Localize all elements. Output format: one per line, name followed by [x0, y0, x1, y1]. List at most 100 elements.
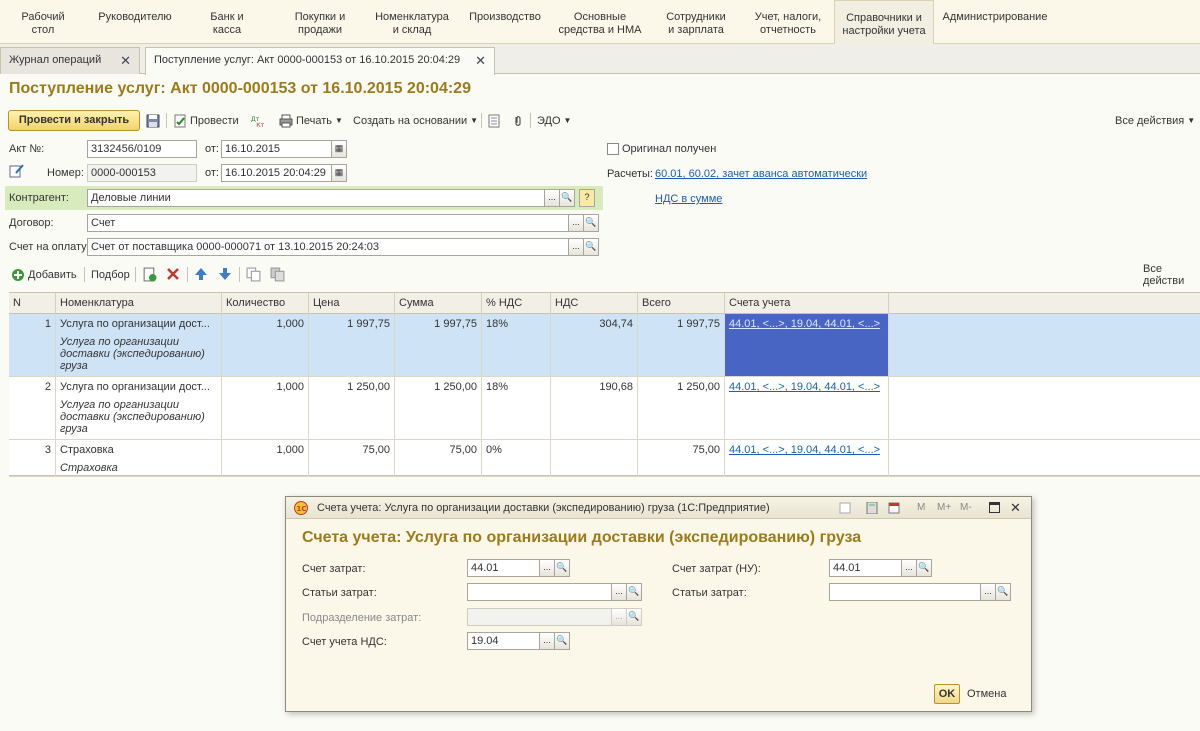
maximize-icon[interactable]	[989, 502, 1000, 513]
invoice-field[interactable]: Счет от поставщика 0000-000071 от 13.10.…	[87, 238, 569, 256]
tab-service-receipt[interactable]: Поступление услуг: Акт 0000-000153 от 16…	[145, 47, 495, 75]
act-no-field[interactable]: 3132456/0109	[87, 140, 197, 158]
arrow-up-icon[interactable]	[194, 267, 208, 281]
delete-icon[interactable]	[166, 267, 180, 281]
counterparty-field[interactable]: Деловые линии	[87, 189, 545, 207]
search-icon[interactable]: 🔍	[626, 583, 642, 601]
post-button[interactable]: Провести	[173, 110, 239, 131]
section-taxes[interactable]: Учет, налоги, отчетность	[750, 11, 826, 37]
number-date-field[interactable]: 16.10.2015 20:04:29	[221, 164, 332, 182]
calculator-icon[interactable]	[866, 502, 878, 514]
copy-row-icon[interactable]	[142, 267, 157, 282]
cell-sum[interactable]: 75,00	[395, 440, 482, 476]
add-row-button[interactable]: Добавить	[11, 264, 77, 285]
table-row[interactable]: 3 Страховка Страховка 1,000 75,00 75,00 …	[9, 440, 1200, 477]
cell-vat[interactable]	[551, 440, 638, 476]
cost-items-field[interactable]	[467, 583, 612, 601]
cell-price[interactable]: 1 250,00	[309, 377, 395, 439]
paste-icon[interactable]	[270, 267, 285, 282]
cell-accounts[interactable]: 44.01, <...>, 19.04, 44.01, <...>	[725, 440, 889, 476]
vat-in-sum-link[interactable]: НДС в сумме	[655, 193, 722, 205]
select-icon[interactable]: ...	[539, 632, 555, 650]
section-production[interactable]: Производство	[465, 11, 545, 24]
search-icon[interactable]: 🔍	[583, 214, 599, 232]
table-row[interactable]: 1 Услуга по организации дост... Услуга п…	[9, 314, 1200, 377]
section-manager[interactable]: Руководителю	[95, 11, 175, 24]
accounts-link[interactable]: 44.01, <...>, 19.04, 44.01, <...>	[729, 381, 880, 393]
cell-sum[interactable]: 1 250,00	[395, 377, 482, 439]
cell-sum[interactable]: 1 997,75	[395, 314, 482, 376]
table-row[interactable]: 2 Услуга по организации дост... Услуга п…	[9, 377, 1200, 440]
cell-accounts[interactable]: 44.01, <...>, 19.04, 44.01, <...>	[725, 377, 889, 439]
attach-button[interactable]	[511, 110, 528, 131]
cell-vat[interactable]: 190,68	[551, 377, 638, 439]
section-purchases[interactable]: Покупки и продажи	[285, 11, 355, 37]
select-icon[interactable]: ...	[568, 214, 584, 232]
cell-vat-rate[interactable]: 0%	[482, 440, 551, 476]
col-quantity[interactable]: Количество	[222, 293, 309, 314]
act-date-field[interactable]: 16.10.2015	[221, 140, 332, 158]
calendar-icon[interactable]	[888, 502, 900, 514]
cost-items-nu-field[interactable]	[829, 583, 981, 601]
col-n[interactable]: N	[9, 293, 56, 314]
payments-link[interactable]: 60.01, 60.02, зачет аванса автоматически	[655, 168, 867, 180]
cost-dept-field[interactable]	[467, 608, 612, 626]
cost-account-field[interactable]: 44.01	[467, 559, 540, 577]
select-icon[interactable]: ...	[539, 559, 555, 577]
search-icon[interactable]: 🔍	[995, 583, 1011, 601]
search-icon[interactable]: 🔍	[916, 559, 932, 577]
close-icon[interactable]: ✕	[475, 53, 486, 69]
dt-kt-button[interactable]: Дт Кт	[251, 110, 268, 131]
col-nomenclature[interactable]: Номенклатура	[56, 293, 222, 314]
contract-field[interactable]: Счет	[87, 214, 569, 232]
cell-vat-rate[interactable]: 18%	[482, 314, 551, 376]
cell-vat-rate[interactable]: 18%	[482, 377, 551, 439]
ok-button[interactable]: OK	[934, 684, 960, 704]
select-icon[interactable]: ...	[568, 238, 584, 256]
cell-vat[interactable]: 304,74	[551, 314, 638, 376]
original-received-checkbox[interactable]	[607, 143, 619, 155]
number-field[interactable]: 0000-000153	[87, 164, 197, 182]
post-and-close-button[interactable]: Провести и закрыть	[8, 110, 140, 131]
save-button[interactable]	[146, 110, 163, 131]
section-bank[interactable]: Банк и касса	[197, 11, 257, 37]
cancel-button[interactable]: Отмена	[967, 688, 1006, 700]
close-icon[interactable]: ✕	[120, 53, 131, 69]
section-admin[interactable]: Администрирование	[940, 11, 1050, 24]
select-icon[interactable]: ...	[901, 559, 917, 577]
select-icon[interactable]: ...	[611, 583, 627, 601]
col-vat[interactable]: НДС	[551, 293, 638, 314]
cell-quantity[interactable]: 1,000	[222, 377, 309, 439]
col-price[interactable]: Цена	[309, 293, 395, 314]
accounts-link[interactable]: 44.01, <...>, 19.04, 44.01, <...>	[729, 318, 880, 330]
calendar-icon[interactable]: ▦	[331, 140, 347, 158]
section-employees[interactable]: Сотрудники и зарплата	[660, 11, 732, 37]
calendar-icon[interactable]: ▦	[331, 164, 347, 182]
section-fixed-assets[interactable]: Основные средства и НМА	[555, 11, 645, 37]
col-total[interactable]: Всего	[638, 293, 725, 314]
pick-button[interactable]: Подбор	[91, 264, 130, 285]
cell-nomenclature[interactable]: Услуга по организации дост... Услуга по …	[56, 314, 222, 376]
memory-plus-button[interactable]: M+	[937, 502, 951, 513]
close-icon[interactable]: ✕	[1010, 500, 1021, 516]
cell-nomenclature[interactable]: Услуга по организации дост... Услуга по …	[56, 377, 222, 439]
cell-nomenclature[interactable]: Страховка Страховка	[56, 440, 222, 476]
col-vat-rate[interactable]: % НДС	[482, 293, 551, 314]
cost-account-nu-field[interactable]: 44.01	[829, 559, 902, 577]
all-actions-button[interactable]: Все действия ▼	[1115, 110, 1195, 131]
print-button[interactable]: Печать ▼	[279, 110, 343, 131]
select-icon[interactable]: ...	[544, 189, 560, 207]
section-desktop[interactable]: Рабочий стол	[18, 11, 68, 37]
arrow-down-icon[interactable]	[218, 267, 232, 281]
help-button[interactable]: ?	[579, 189, 595, 207]
search-icon[interactable]: 🔍	[554, 559, 570, 577]
search-icon[interactable]: 🔍	[583, 238, 599, 256]
cell-total[interactable]: 1 250,00	[638, 377, 725, 439]
section-references[interactable]: Справочники и настройки учета	[834, 0, 934, 44]
search-icon[interactable]: 🔍	[559, 189, 575, 207]
structure-button[interactable]	[487, 110, 504, 131]
tab-operations-journal[interactable]: Журнал операций ✕	[0, 47, 140, 74]
edit-number-icon[interactable]	[9, 163, 25, 179]
memory-button[interactable]: M	[917, 502, 925, 513]
accounts-link[interactable]: 44.01, <...>, 19.04, 44.01, <...>	[729, 444, 880, 456]
